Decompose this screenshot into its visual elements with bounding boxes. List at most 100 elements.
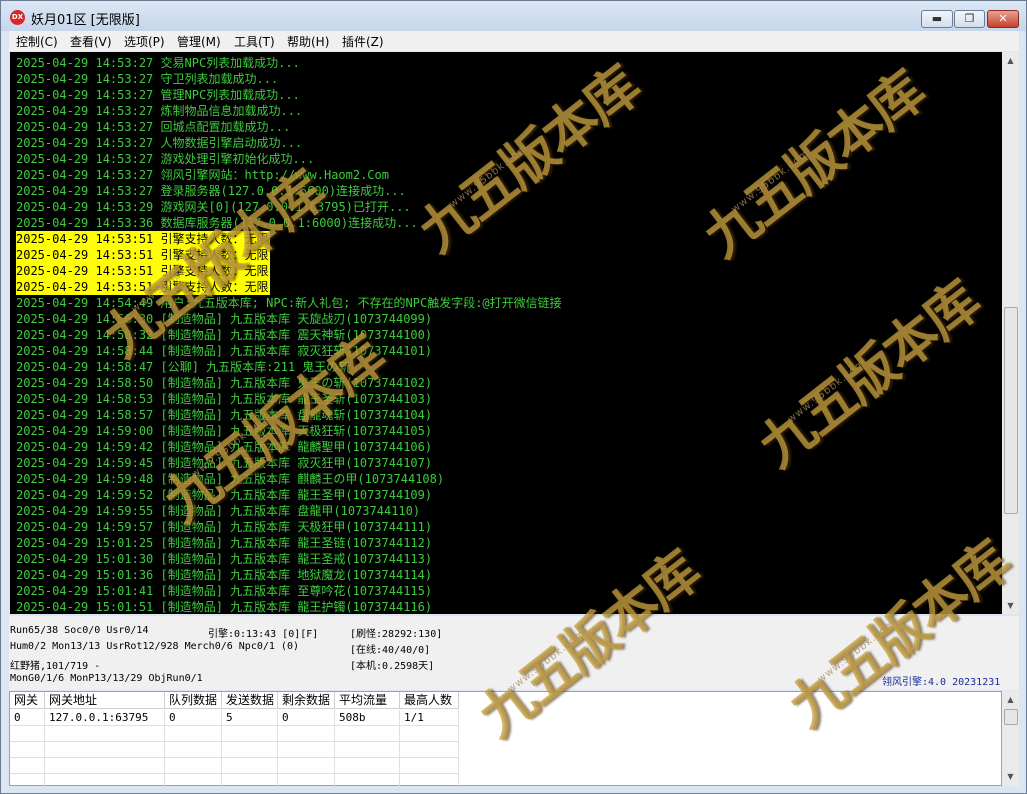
column-header[interactable]: 队列数据 [165,692,222,709]
log-line: 2025-04-29 14:59:48 [制造物品] 九五版本库 麒麟王の甲(1… [16,472,445,486]
table-cell[interactable] [165,726,222,742]
table-cell[interactable] [45,758,165,774]
log-line: 2025-04-29 14:58:50 [制造物品] 九五版本库 鬼王の斩(10… [16,376,433,390]
app-icon[interactable]: DX [10,10,25,25]
log-line: 2025-04-29 14:59:55 [制造物品] 九五版本库 盘龍甲(107… [16,504,421,518]
close-button[interactable]: ✕ [987,10,1019,28]
table-cell[interactable] [10,774,45,790]
close-icon: ✕ [998,12,1008,25]
table-cell[interactable]: 127.0.0.1:63795 [45,710,165,726]
minimize-icon: ▬ [931,12,943,25]
status-online: [在线:40/40/0] [350,645,431,656]
column-header[interactable]: 发送数据 [222,692,278,709]
status-hum: Hum0/2 Mon13/13 UsrRot12/928 Merch0/6 Np… [10,641,299,652]
table-cell[interactable] [222,742,278,758]
scroll-down-icon[interactable]: ▼ [1002,597,1019,614]
maximize-icon: ❐ [964,12,975,25]
log-line: 2025-04-29 14:53:27 炼制物品信息加载成功... [16,104,303,118]
column-header[interactable]: 最高人数 [400,692,459,709]
menu-view[interactable]: 查看(V) [70,33,112,50]
menu-plugins[interactable]: 插件(Z) [342,33,384,50]
log-line: 2025-04-29 14:58:47 [公聊] 九五版本库:211 鬼王の斩 [16,360,351,374]
log-line: 2025-04-29 15:01:36 [制造物品] 九五版本库 地狱魔龙(10… [16,568,433,582]
log-line: 2025-04-29 15:01:51 [制造物品] 九五版本库 龍王护镯(10… [16,600,433,614]
table-cell[interactable] [335,742,400,758]
status-local: [本机:0.2598天] [350,661,435,672]
title-bar[interactable]: DX 妖月01区 [无限版] ▬ ❐ ✕ [1,1,1026,31]
table-cell[interactable] [400,758,459,774]
maximize-button[interactable]: ❐ [954,10,985,28]
table-cell[interactable]: 0 [278,710,335,726]
table-cell[interactable] [335,758,400,774]
table-cell[interactable] [10,758,45,774]
table-cell[interactable]: 5 [222,710,278,726]
log-line: 2025-04-29 14:59:45 [制造物品] 九五版本库 寂灭狂甲(10… [16,456,433,470]
log-line: 2025-04-29 14:59:57 [制造物品] 九五版本库 天极狂甲(10… [16,520,433,534]
scroll-thumb[interactable] [1004,709,1018,725]
log-line: 2025-04-29 15:01:41 [制造物品] 九五版本库 至尊吟花(10… [16,584,433,598]
menu-bar: 控制(C) 查看(V) 选项(P) 管理(M) 工具(T) 帮助(H) 插件(Z… [9,31,1019,51]
engine-version: 翎风引擎:4.0 20231231 [882,677,1001,688]
log-line: 2025-04-29 14:53:27 管理NPC列表加载成功... [16,88,300,102]
table-cell[interactable] [278,758,335,774]
scroll-up-icon[interactable]: ▲ [1002,691,1019,708]
menu-tools[interactable]: 工具(T) [234,33,275,50]
menu-control[interactable]: 控制(C) [16,33,58,50]
table-cell[interactable] [10,742,45,758]
table-cell[interactable]: 1/1 [400,710,459,726]
table-cell[interactable] [400,742,459,758]
table-cell[interactable] [278,774,335,790]
log-line: 2025-04-29 14:58:53 [制造物品] 九五版本库 龍王圣斩(10… [16,392,433,406]
table-cell[interactable] [10,726,45,742]
scroll-down-icon[interactable]: ▼ [1002,768,1019,785]
scroll-up-icon[interactable]: ▲ [1002,52,1019,69]
table-cell[interactable] [165,742,222,758]
table-cell[interactable]: 0 [10,710,45,726]
table-cell[interactable] [400,726,459,742]
table-cell[interactable] [335,726,400,742]
column-header[interactable]: 网关 [10,692,45,709]
menu-manage[interactable]: 管理(M) [177,33,221,50]
table-cell[interactable] [222,758,278,774]
column-header[interactable]: 平均流量 [335,692,400,709]
log-line: 2025-04-29 14:53:27 翎风引擎网站：http://www.Ha… [16,168,389,182]
table-cell[interactable] [278,742,335,758]
log-line: 2025-04-29 14:54:49 用户:九五版本库; NPC:新人礼包; … [16,296,562,310]
table-cell[interactable] [400,774,459,790]
gate-table-scrollbar[interactable]: ▲ ▼ [1002,691,1019,786]
server-window: DX 妖月01区 [无限版] ▬ ❐ ✕ 控制(C) 查看(V) 选项(P) 管… [0,0,1027,794]
status-run: Run65/38 Soc0/0 Usr0/14 [10,625,149,636]
log-line: 2025-04-29 14:53:27 守卫列表加载成功... [16,72,279,86]
status-engine: 引擎:0:13:43 [0][F] [208,629,319,640]
table-cell[interactable] [45,774,165,790]
table-cell[interactable]: 0 [165,710,222,726]
table-cell[interactable]: 508b [335,710,400,726]
column-header[interactable]: 剩余数据 [278,692,335,709]
log-line: 2025-04-29 14:53:36 数据库服务器(127.0.0.1:600… [16,216,418,230]
table-cell[interactable] [45,742,165,758]
table-cell[interactable] [45,726,165,742]
log-line: 2025-04-29 14:53:51 引擎支持人数：无限 [16,279,270,295]
table-cell[interactable] [278,726,335,742]
status-refresh: [刷怪:28292:130] [350,629,443,640]
minimize-button[interactable]: ▬ [921,10,953,28]
menu-options[interactable]: 选项(P) [124,33,165,50]
gate-table[interactable]: 网关 网关地址 队列数据 发送数据 剩余数据 平均流量 最高人数 0 127.0.0.1:637… [9,691,1002,790]
log-line: 2025-04-29 14:59:00 [制造物品] 九五版本库 天极狂斩(10… [16,424,433,438]
menu-help[interactable]: 帮助(H) [287,33,329,50]
scroll-thumb[interactable] [1004,307,1018,514]
log-line: 2025-04-29 14:53:27 交易NPC列表加载成功... [16,56,300,70]
table-cell[interactable] [222,726,278,742]
window-title: 妖月01区 [无限版] [31,13,140,28]
table-cell[interactable] [335,774,400,790]
table-cell[interactable] [165,758,222,774]
status-map: 红野猪,101/719 - [10,661,101,672]
column-header[interactable]: 网关地址 [45,692,165,709]
table-cell[interactable] [222,774,278,790]
log-line: 2025-04-29 14:53:29 游戏网关[0](127.0.0.1:63… [16,200,411,214]
log-scrollbar[interactable]: ▲ ▼ [1002,52,1019,614]
table-cell[interactable] [165,774,222,790]
log-panel[interactable]: 2025-04-29 14:53:27 交易NPC列表加载成功... 2025-0… [10,52,1002,614]
log-line: 2025-04-29 14:53:51 引擎支持人数：无限 [16,231,270,247]
log-line: 2025-04-29 14:53:27 人物数据引擎启动成功... [16,136,303,150]
